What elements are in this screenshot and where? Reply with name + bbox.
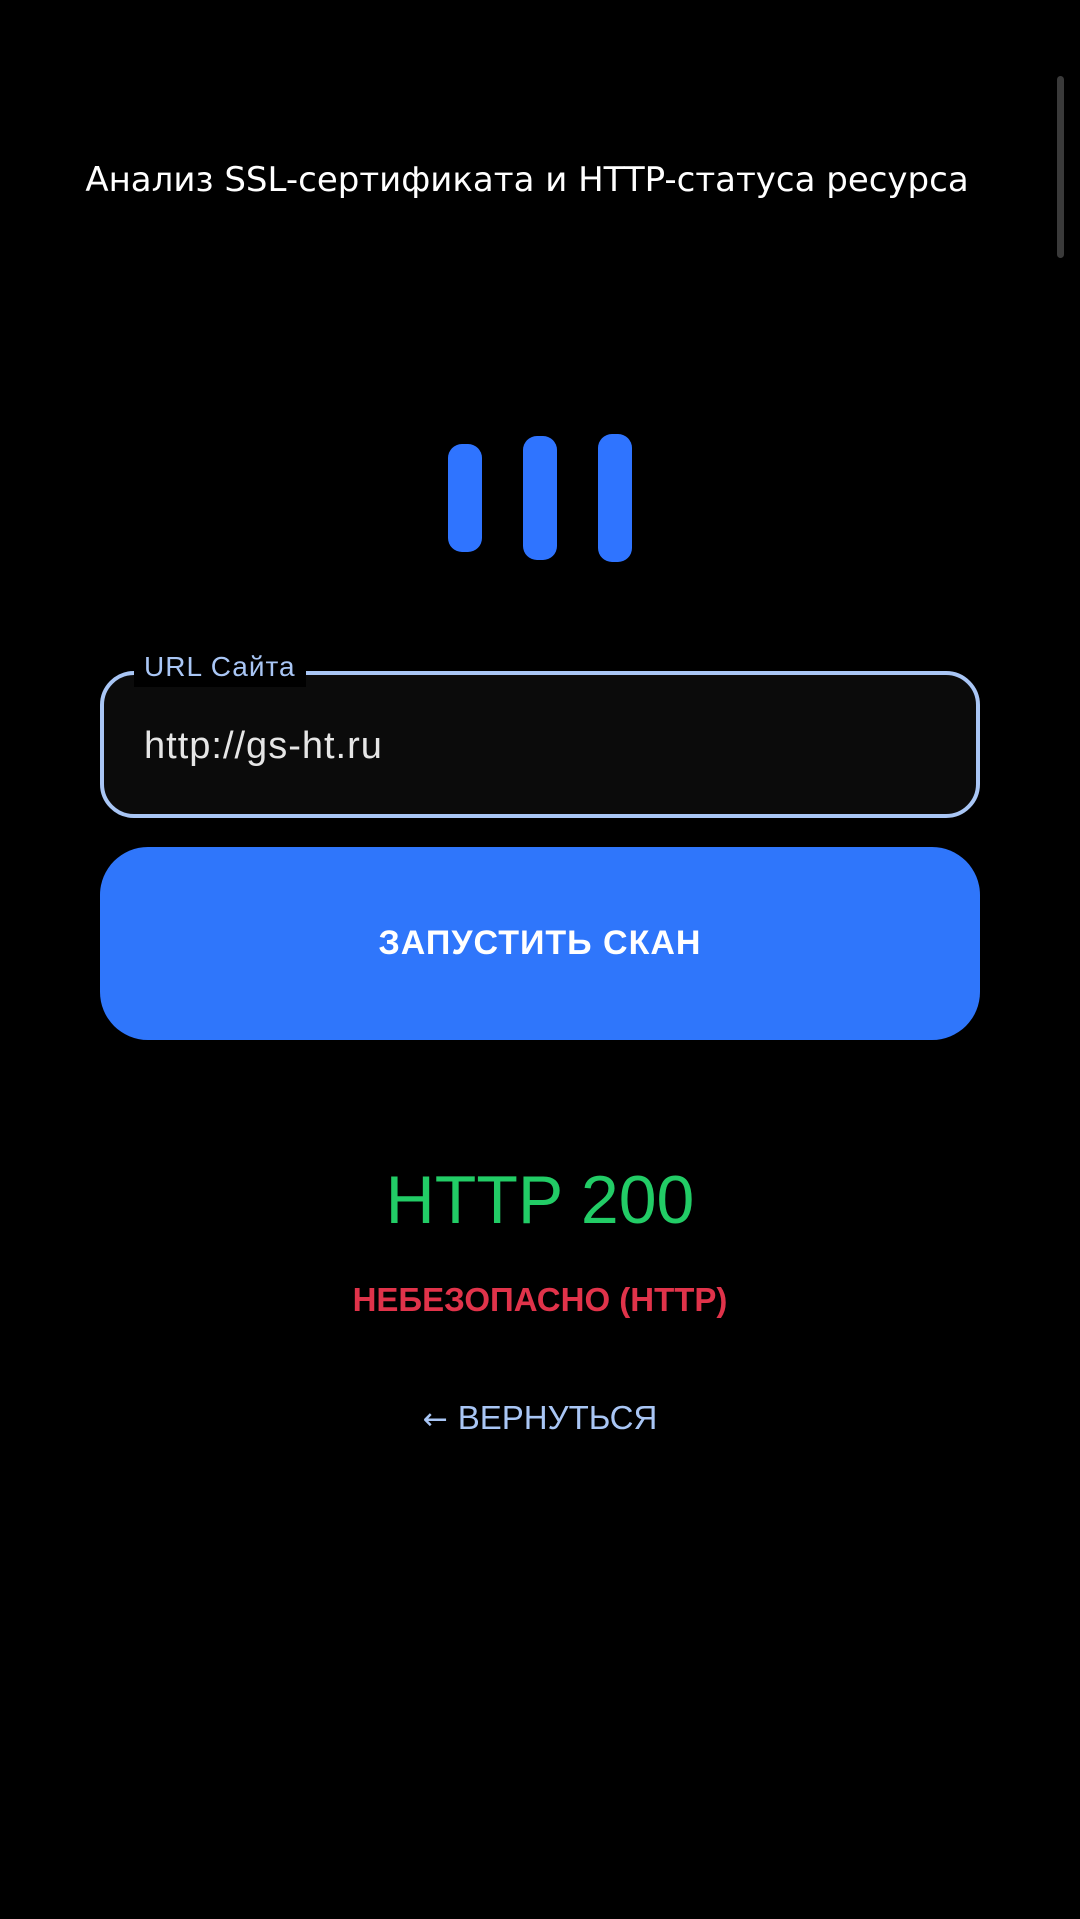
app-screen: Анализ SSL-сертификата и HTTP-статуса ре… — [0, 0, 1080, 1919]
page-title: Анализ SSL-сертификата и HTTP-статуса ре… — [85, 160, 969, 200]
back-button-label: ВЕРНУТЬСЯ — [457, 1399, 658, 1436]
security-status-text: НЕБЕЗОПАСНО (HTTP) — [352, 1281, 728, 1318]
url-field-label: URL Сайта — [134, 647, 306, 687]
scrollbar[interactable] — [1057, 76, 1064, 258]
logo-bar-middle — [523, 436, 557, 560]
logo-bar-right — [598, 434, 632, 562]
three-bars-logo-icon — [448, 434, 632, 562]
url-input[interactable] — [144, 721, 924, 771]
url-field[interactable]: URL Сайта — [100, 647, 980, 818]
back-button[interactable]: ← ВЕРНУТЬСЯ — [0, 1396, 1080, 1442]
start-scan-button[interactable]: ЗАПУСТИТЬ СКАН — [100, 847, 980, 1040]
arrow-left-icon: ← — [422, 1402, 448, 1437]
logo-bar-left — [448, 444, 482, 552]
http-status-code: HTTP 200 — [385, 1162, 695, 1238]
